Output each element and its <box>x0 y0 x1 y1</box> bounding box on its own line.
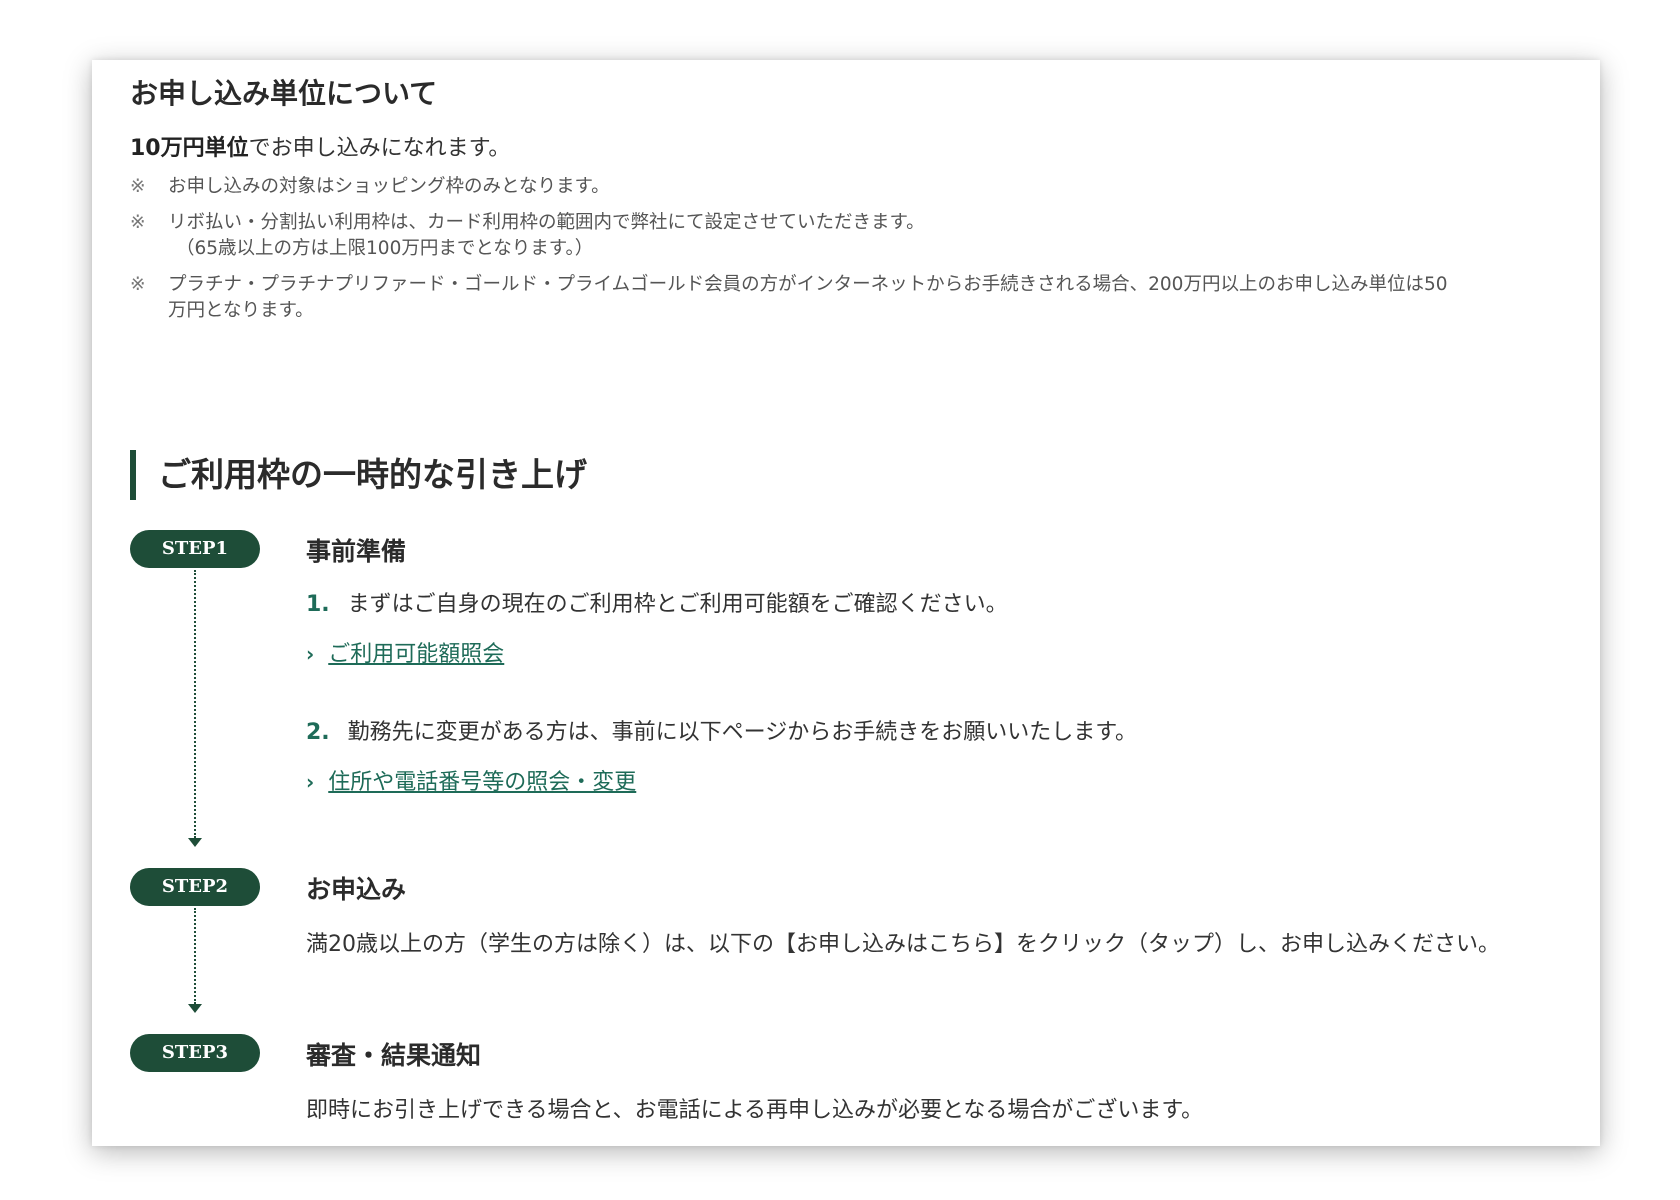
available-amount-link-row: › ご利用可能額照会 <box>306 636 504 668</box>
content-card: お申し込み単位について 10万円単位でお申し込みになれます。 ※ お申し込みの対… <box>92 60 1600 1146</box>
note-text-continued: 万円となります。 <box>168 300 314 321</box>
step1-item-1: 1. まずはご自身の現在のご利用枠とご利用可能額をご確認ください。 <box>306 586 1008 618</box>
note-text-continued: （65歳以上の方は上限100万円までとなります。） <box>176 238 594 259</box>
address-phone-link-row: › 住所や電話番号等の照会・変更 <box>306 764 636 796</box>
note-mark: ※ <box>130 176 146 197</box>
step-connector-line <box>194 570 196 838</box>
available-amount-link[interactable]: ご利用可能額照会 <box>328 642 504 667</box>
step1-title: 事前準備 <box>306 537 407 566</box>
unit-section-title: お申し込み単位について <box>130 77 438 110</box>
note-item: ※ プラチナ・プラチナプリファード・ゴールド・プライムゴールド会員の方がインター… <box>130 272 1558 324</box>
chevron-right-icon: › <box>306 642 315 666</box>
note-text: お申し込みの対象はショッピング枠のみとなります。 <box>168 176 610 197</box>
step1-item-2: 2. 勤務先に変更がある方は、事前に以下ページからお手続きをお願いいたします。 <box>306 714 1137 746</box>
unit-amount: 10万円単位 <box>130 136 249 161</box>
item-text: 勤務先に変更がある方は、事前に以下ページからお手続きをお願いいたします。 <box>347 720 1138 745</box>
note-item: ※ リボ払い・分割払い利用枠は、カード利用枠の範囲内で弊社にて設定させていただき… <box>130 210 1558 262</box>
note-item: ※ お申し込みの対象はショッピング枠のみとなります。 <box>130 174 1558 200</box>
item-number: 1. <box>306 592 330 617</box>
chevron-right-icon: › <box>306 770 315 794</box>
item-number: 2. <box>306 720 330 745</box>
step3-description: 即時にお引き上げできる場合と、お電話による再申し込みが必要となる場合がございます… <box>306 1098 1204 1123</box>
arrow-down-icon <box>188 838 202 847</box>
step3-badge: STEP3 <box>130 1034 260 1072</box>
increase-section-heading: ご利用枠の一時的な引き上げ <box>130 450 587 500</box>
note-text: リボ払い・分割払い利用枠は、カード利用枠の範囲内で弊社にて設定させていただきます… <box>168 212 925 233</box>
note-mark: ※ <box>130 212 146 233</box>
step2-description: 満20歳以上の方（学生の方は除く）は、以下の【お申し込みはこちら】をクリック（タ… <box>306 932 1500 957</box>
unit-statement-rest: でお申し込みになれます。 <box>248 136 511 161</box>
item-text: まずはご自身の現在のご利用枠とご利用可能額をご確認ください。 <box>347 592 1008 617</box>
step-connector-line <box>194 908 196 1004</box>
note-mark: ※ <box>130 274 146 295</box>
step3-title: 審査・結果通知 <box>306 1041 482 1070</box>
step2-title: お申込み <box>306 875 407 904</box>
step2-badge: STEP2 <box>130 868 260 906</box>
unit-statement: 10万円単位でお申し込みになれます。 <box>130 130 510 162</box>
arrow-down-icon <box>188 1004 202 1013</box>
address-phone-change-link[interactable]: 住所や電話番号等の照会・変更 <box>328 770 636 795</box>
note-text: プラチナ・プラチナプリファード・ゴールド・プライムゴールド会員の方がインターネッ… <box>168 274 1448 295</box>
step1-badge: STEP1 <box>130 530 260 568</box>
